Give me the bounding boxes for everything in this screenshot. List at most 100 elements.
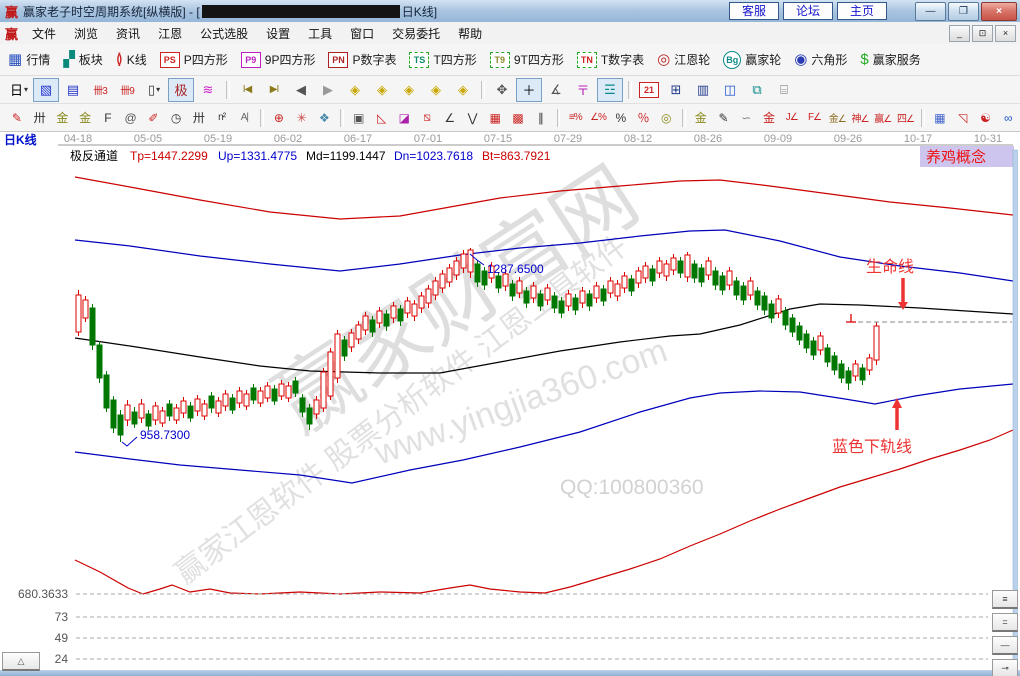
sectors-button[interactable]: ▞板块 (63, 51, 103, 68)
t-square-button[interactable]: TST四方形 (409, 51, 476, 68)
menu-file[interactable]: 文件 (23, 22, 65, 45)
rect-box-icon[interactable]: ▣ (348, 106, 370, 129)
ying-angle-icon[interactable]: 赢∠ (872, 106, 894, 129)
menu-tools[interactable]: 工具 (299, 22, 341, 45)
mdi-restore-button[interactable]: ⊡ (972, 25, 993, 42)
mini-chart-9-icon[interactable]: 卌9 (114, 78, 140, 102)
infinity-icon[interactable]: ∞ (997, 106, 1019, 129)
menu-gann[interactable]: 江恩 (149, 22, 191, 45)
p-square-button[interactable]: PSP四方形 (160, 51, 228, 68)
volume-profile-icon[interactable]: ≋ (195, 78, 221, 102)
next-bar-icon[interactable]: ▶ (315, 78, 341, 102)
shen-angle-icon[interactable]: 神∠ (849, 106, 871, 129)
period-daily-icon[interactable]: 日▾ (6, 78, 32, 102)
zoom-left-icon[interactable]: ◈ (342, 78, 368, 102)
layout-2-button[interactable]: = (992, 613, 1018, 632)
gann-wheel-button[interactable]: ◎江恩轮 (657, 51, 710, 68)
kline-button[interactable]: ≬K线 (116, 51, 147, 68)
menu-trade[interactable]: 交易委托 (383, 22, 449, 45)
spiral-icon[interactable]: @ (120, 106, 142, 129)
zoom-expand-icon[interactable]: ◈ (450, 78, 476, 102)
percent-icon[interactable]: % (610, 106, 632, 129)
trend-chart-icon[interactable]: ◹ (952, 106, 974, 129)
support-button[interactable]: 客服 (729, 2, 779, 20)
parallel-lines-icon[interactable]: ∥ (530, 106, 552, 129)
layout-slider-button[interactable]: ⊸ (992, 659, 1018, 676)
diagonal-box-icon[interactable]: ⧅ (416, 106, 438, 129)
quotes-button[interactable]: ▦行情 (8, 51, 50, 68)
winner-service-button[interactable]: $赢家服务 (860, 51, 920, 68)
si-angle-icon[interactable]: 四∠ (895, 106, 917, 129)
last-bar-icon[interactable]: ▶I (261, 78, 287, 102)
mdi-close-button[interactable]: × (995, 25, 1016, 42)
f-angle-icon[interactable]: F∠ (804, 106, 826, 129)
first-bar-icon[interactable]: I◀ (234, 78, 260, 102)
yinyang-icon[interactable]: ☯ (975, 106, 997, 129)
single-candle-icon[interactable]: ▯▾ (141, 78, 167, 102)
9t-square-button[interactable]: T99T四方形 (490, 51, 564, 68)
gold-red-icon[interactable]: 金 (758, 106, 780, 129)
angle-measure-icon[interactable]: ∡ (543, 78, 569, 102)
n2-ruler-icon[interactable]: n² (211, 106, 233, 129)
home-button[interactable]: 主页 (837, 2, 887, 20)
red-grid-2-icon[interactable]: ▩ (507, 106, 529, 129)
gold-circle-icon[interactable]: ◎ (655, 106, 677, 129)
gann-circle-icon[interactable]: ⊕ (268, 106, 290, 129)
maximize-button[interactable]: ❐ (948, 2, 979, 21)
red-grid-icon[interactable]: ▦ (484, 106, 506, 129)
layout-1-button[interactable]: — (992, 636, 1018, 655)
smart-mode-icon[interactable]: ☲ (597, 78, 623, 102)
info-panel-icon[interactable]: ▤ (60, 78, 86, 102)
wave-icon[interactable]: ∽ (735, 106, 757, 129)
menu-help[interactable]: 帮助 (449, 22, 491, 45)
v-lines-icon[interactable]: ⋁ (462, 106, 484, 129)
fan-box-icon[interactable]: ◪ (393, 106, 415, 129)
calculator-icon[interactable]: ⊞ (663, 78, 689, 102)
percent-angle-icon[interactable]: ∠% (587, 106, 609, 129)
layout-3-button[interactable]: ≡ (992, 590, 1018, 609)
f-ruler-icon[interactable]: F (97, 106, 119, 129)
mini-chart-3-icon[interactable]: 卌3 (87, 78, 113, 102)
gauge-icon[interactable]: ◷ (165, 106, 187, 129)
radial-star-icon[interactable]: ✳ (291, 106, 313, 129)
menu-window[interactable]: 窗口 (341, 22, 383, 45)
gold-ruler-icon[interactable]: 金 (52, 106, 74, 129)
prev-bar-icon[interactable]: ◀ (288, 78, 314, 102)
percent-ruler-icon[interactable]: ≡% (564, 106, 586, 129)
concept-tag-label[interactable]: 养鸡概念 (926, 148, 986, 166)
save-icon[interactable]: ◫ (717, 78, 743, 102)
zoom-right-icon[interactable]: ◈ (369, 78, 395, 102)
spider-web-icon[interactable]: ❖ (313, 106, 335, 129)
jifan-channel-icon[interactable]: 极 (168, 78, 194, 102)
pane-expand-button[interactable]: △ (2, 652, 40, 671)
ruler-2-icon[interactable]: 卅 (188, 106, 210, 129)
minimize-button[interactable]: — (915, 2, 946, 21)
computer-icon[interactable]: ⌸ (771, 78, 797, 102)
gold-angle-icon[interactable]: 金∠ (826, 106, 848, 129)
winner-wheel-button[interactable]: Bg赢家轮 (723, 51, 781, 69)
menu-browse[interactable]: 浏览 (65, 22, 107, 45)
mdi-minimize-button[interactable]: _ (949, 25, 970, 42)
gann-tools-icon[interactable]: 〒 (570, 78, 596, 102)
gold-ruler-2-icon[interactable]: 金 (74, 106, 96, 129)
calendar-icon[interactable]: 21 (636, 78, 662, 102)
angle-lines-icon[interactable]: ∠ (439, 106, 461, 129)
hexagon-button[interactable]: ◉六角形 (794, 51, 847, 68)
text-label-icon[interactable]: A| (234, 106, 256, 129)
menu-settings[interactable]: 设置 (257, 22, 299, 45)
crosshair-icon[interactable]: ＋ (516, 78, 542, 102)
yellow-grid-icon[interactable]: ▦ (929, 106, 951, 129)
gold-marker-icon[interactable]: ✎ (713, 106, 735, 129)
9p-square-button[interactable]: P99P四方形 (241, 51, 316, 68)
percent-line-icon[interactable]: ％ (633, 106, 655, 129)
zoom-horizontal-icon[interactable]: ◈ (396, 78, 422, 102)
menu-news[interactable]: 资讯 (107, 22, 149, 45)
network-icon[interactable]: ⧉ (744, 78, 770, 102)
corner-fan-icon[interactable]: ◺ (371, 106, 393, 129)
brush-icon[interactable]: ✎ (6, 106, 28, 129)
zoom-compress-icon[interactable]: ◈ (423, 78, 449, 102)
pan-hand-icon[interactable]: ✥ (489, 78, 515, 102)
notes-icon[interactable]: ▥ (690, 78, 716, 102)
menu-formula-picker[interactable]: 公式选股 (191, 22, 257, 45)
j-angle-icon[interactable]: J∠ (781, 106, 803, 129)
